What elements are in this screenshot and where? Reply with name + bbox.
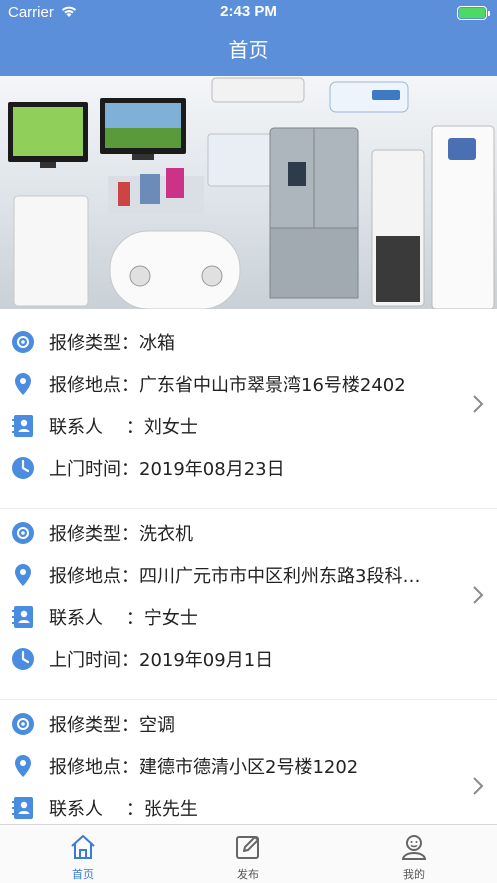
contact-card-icon xyxy=(12,606,33,628)
time-label: 上门时间： xyxy=(49,459,139,480)
address-row: 报修地点： 建德市德清小区2号楼1202 xyxy=(11,752,358,780)
contact-value: 张先生 xyxy=(143,799,198,820)
order-card[interactable]: 报修类型： 洗衣机 报修地点： 四川广元市市中区利州东路3段科… 联系人 ： 宁… xyxy=(0,509,497,700)
profile-icon xyxy=(401,835,427,860)
address-row: 报修地点： 四川广元市市中区利州东路3段科… xyxy=(11,561,420,589)
home-icon xyxy=(71,835,95,859)
address-label: 报修地点： xyxy=(49,375,139,396)
type-value: 洗衣机 xyxy=(139,524,193,545)
type-value: 冰箱 xyxy=(139,333,175,354)
repair-type-icon xyxy=(12,713,34,735)
contact-value: 刘女士 xyxy=(143,417,198,438)
tab-home[interactable]: 首页 xyxy=(33,825,133,883)
type-row: 报修类型： 洗衣机 xyxy=(11,519,193,547)
tab-mine-label: 我的 xyxy=(403,868,425,881)
address-row: 报修地点： 广东省中山市翠景湾16号楼2402 xyxy=(11,370,406,398)
repair-order-list: 报修类型： 冰箱 报修地点： 广东省中山市翠景湾16号楼2402 联系人 ： 刘… xyxy=(0,318,497,824)
time-value: 2019年08月23日 xyxy=(139,459,285,480)
contact-value: 宁女士 xyxy=(143,608,198,629)
address-label: 报修地点： xyxy=(49,757,139,778)
chevron-right-icon[interactable] xyxy=(471,394,485,414)
contact-label: 联系人 ： xyxy=(49,608,144,629)
edit-icon xyxy=(236,836,259,859)
address-label: 报修地点： xyxy=(49,566,139,587)
type-label: 报修类型： xyxy=(49,524,139,545)
clock-icon xyxy=(12,457,34,479)
type-label: 报修类型： xyxy=(49,333,139,354)
contact-card-icon xyxy=(12,797,33,819)
tab-mine[interactable]: 我的 xyxy=(364,825,464,883)
location-pin-icon xyxy=(15,373,31,395)
tab-bar: 首页 发布 我的 xyxy=(0,824,497,883)
tab-publish-label: 发布 xyxy=(237,868,259,881)
time-label: 上门时间： xyxy=(49,650,139,671)
contact-row: 联系人 ： 宁女士 xyxy=(11,603,198,631)
time-row: 上门时间： 2019年09月1日 xyxy=(11,645,273,673)
chevron-right-icon[interactable] xyxy=(471,585,485,605)
tab-publish[interactable]: 发布 xyxy=(198,825,298,883)
location-pin-icon xyxy=(15,564,31,586)
order-card[interactable]: 报修类型： 冰箱 报修地点： 广东省中山市翠景湾16号楼2402 联系人 ： 刘… xyxy=(0,318,497,509)
order-card[interactable]: 报修类型： 空调 报修地点： 建德市德清小区2号楼1202 联系人 ： 张先生 xyxy=(0,700,497,824)
address-value: 广东省中山市翠景湾16号楼2402 xyxy=(139,375,406,396)
repair-type-icon xyxy=(12,522,34,544)
chevron-right-icon[interactable] xyxy=(471,776,485,796)
contact-card-icon xyxy=(12,415,33,437)
contact-row: 联系人 ： 张先生 xyxy=(11,794,198,822)
address-value: 建德市德清小区2号楼1202 xyxy=(139,757,359,778)
time-row: 上门时间： 2019年08月23日 xyxy=(11,454,285,482)
address-value: 四川广元市市中区利州东路3段科… xyxy=(139,566,421,587)
contact-row: 联系人 ： 刘女士 xyxy=(11,412,198,440)
tab-home-label: 首页 xyxy=(72,868,94,881)
page-title: 首页 xyxy=(228,38,269,62)
location-pin-icon xyxy=(15,755,31,777)
contact-label: 联系人 ： xyxy=(49,799,144,820)
type-label: 报修类型： xyxy=(49,715,139,736)
battery-icon xyxy=(457,6,490,20)
nav-bar: 首页 xyxy=(0,26,497,76)
appliances-illustration xyxy=(8,77,495,309)
clock-icon xyxy=(12,648,34,670)
repair-type-icon xyxy=(12,331,34,353)
type-row: 报修类型： 空调 xyxy=(11,710,175,738)
time-value: 2019年09月1日 xyxy=(139,650,274,671)
status-time: 2:43 PM xyxy=(220,3,277,20)
contact-label: 联系人 ： xyxy=(49,417,144,438)
type-value: 空调 xyxy=(139,715,175,736)
banner-image[interactable] xyxy=(0,76,497,309)
type-row: 报修类型： 冰箱 xyxy=(11,328,175,356)
status-bar: Carrier 2:43 PM xyxy=(0,0,497,26)
